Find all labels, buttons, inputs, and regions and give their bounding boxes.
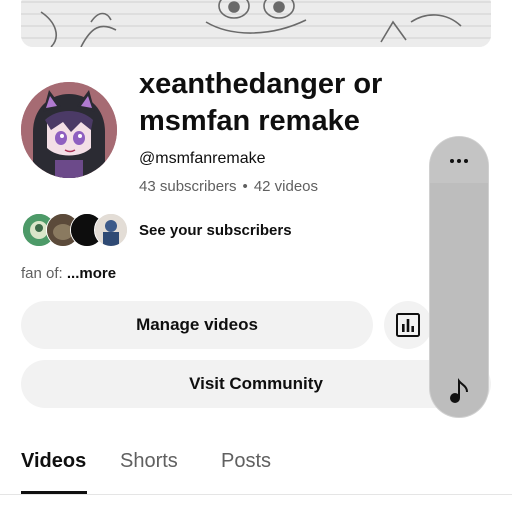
video-count: 42 videos	[253, 178, 319, 195]
visit-community-label: Visit Community	[189, 374, 323, 393]
manage-videos-button[interactable]: Manage videos	[21, 301, 373, 349]
music-note-icon[interactable]	[448, 377, 470, 405]
more-horizontal-icon[interactable]	[444, 151, 474, 171]
analytics-icon	[396, 313, 420, 337]
tab-videos[interactable]: Videos	[21, 450, 86, 473]
channel-tabs: Videos Shorts Posts	[0, 440, 512, 495]
manage-videos-label: Manage videos	[136, 315, 258, 334]
channel-avatar[interactable]	[21, 82, 117, 178]
channel-banner[interactable]	[21, 0, 491, 47]
channel-name: xeanthedanger or msmfan remake	[139, 68, 383, 137]
subscriber-avatars[interactable]	[22, 213, 128, 247]
floating-side-panel[interactable]	[430, 137, 488, 417]
tab-posts[interactable]: Posts	[221, 450, 271, 473]
analytics-button[interactable]	[384, 301, 432, 349]
visit-community-button[interactable]: Visit Community	[21, 360, 491, 408]
subscriber-count: 43 subscribers	[139, 178, 237, 195]
stats-separator: •	[242, 178, 248, 195]
avatar-character-image	[21, 82, 117, 178]
see-subscribers-link[interactable]: See your subscribers	[139, 222, 292, 239]
active-tab-indicator	[21, 491, 87, 494]
tab-shorts[interactable]: Shorts	[120, 450, 178, 473]
description-text: fan of:	[21, 265, 67, 282]
channel-description[interactable]: fan of: ...more	[21, 265, 116, 282]
channel-handle: @msmfanremake	[139, 150, 266, 167]
subscriber-avatar	[94, 213, 128, 247]
description-more-link[interactable]: ...more	[67, 265, 116, 282]
banner-sketch-image	[21, 0, 491, 47]
channel-stats: 43 subscribers • 42 videos	[139, 178, 318, 195]
